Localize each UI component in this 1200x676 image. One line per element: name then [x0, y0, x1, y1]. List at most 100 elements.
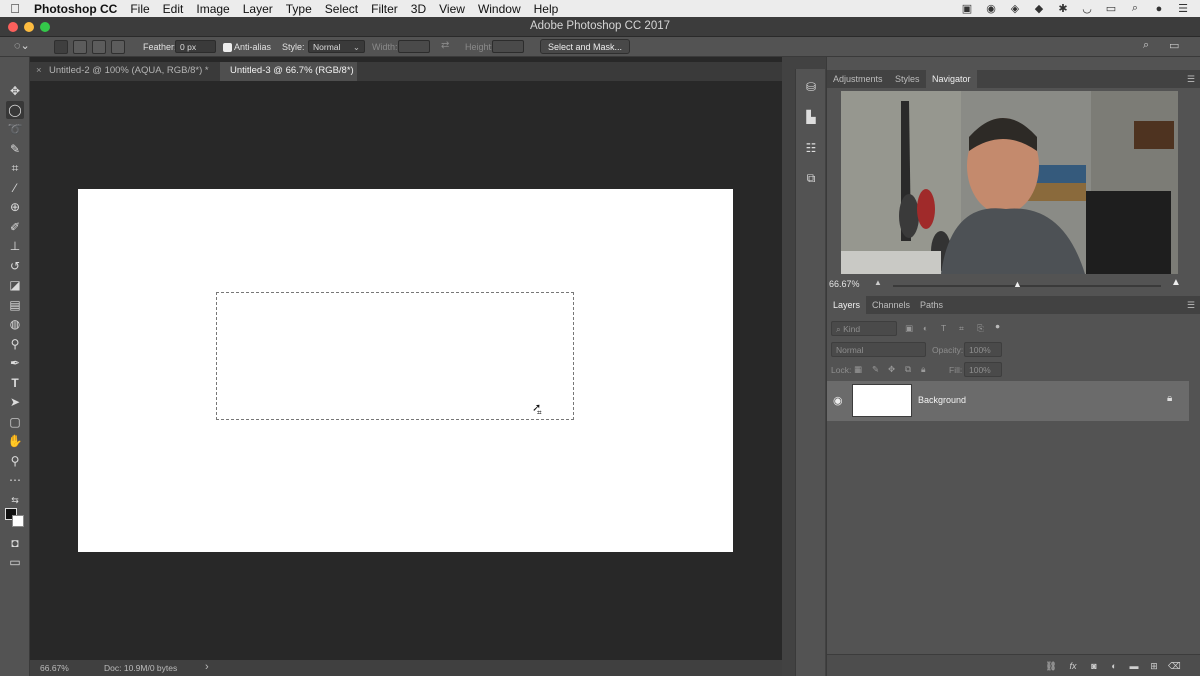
- zoom-slider-thumb[interactable]: ▲: [1013, 279, 1022, 289]
- more-tools-icon[interactable]: ⋯: [6, 471, 24, 489]
- lock-transparent-icon[interactable]: ▦: [854, 364, 862, 375]
- menu-edit[interactable]: Edit: [156, 2, 190, 16]
- menu-help[interactable]: Help: [527, 2, 565, 16]
- tab-untitled-2[interactable]: × Untitled-2 @ 100% (AQUA, RGB/8*) *: [30, 62, 209, 81]
- background-color-swatch[interactable]: [12, 515, 24, 527]
- lock-pixels-icon[interactable]: ✎: [872, 364, 879, 375]
- lasso-icon[interactable]: ➰: [6, 120, 24, 138]
- blend-mode-select[interactable]: Normal: [831, 342, 926, 357]
- history-brush-icon[interactable]: ↺: [6, 257, 24, 275]
- brush-icon[interactable]: ✐: [6, 218, 24, 236]
- lock-all-icon[interactable]: 🔒︎: [921, 364, 926, 375]
- new-selection-button[interactable]: [54, 40, 68, 54]
- adjustment-layer-icon[interactable]: ◐: [1108, 660, 1120, 672]
- tab-navigator[interactable]: Navigator: [926, 70, 977, 88]
- select-and-mask-button[interactable]: Select and Mask...: [540, 39, 631, 54]
- height-input[interactable]: [492, 40, 524, 53]
- apple-icon[interactable]: : [0, 1, 30, 16]
- history-panel-icon[interactable]: ⛁: [803, 79, 819, 95]
- healing-brush-icon[interactable]: ⊕: [6, 198, 24, 216]
- new-layer-icon[interactable]: ⊞: [1148, 660, 1160, 672]
- canvas-area[interactable]: ➚ ⌗: [30, 81, 782, 660]
- clone-stamp-icon[interactable]: ⊥: [6, 237, 24, 255]
- zoom-out-icon[interactable]: ▲: [874, 278, 882, 287]
- menu-app-name[interactable]: Photoshop CC: [30, 2, 124, 16]
- tab-paths[interactable]: Paths: [914, 296, 949, 314]
- camera-icon[interactable]: ▣: [960, 2, 974, 15]
- lock-position-icon[interactable]: ✥: [888, 364, 895, 375]
- siri-icon[interactable]: ●: [1152, 3, 1166, 15]
- menu-select[interactable]: Select: [318, 2, 364, 16]
- width-input[interactable]: [398, 40, 430, 53]
- add-selection-button[interactable]: [73, 40, 87, 54]
- swap-colors-icon[interactable]: ⇆: [6, 491, 24, 509]
- workspace-icon[interactable]: ▭: [1169, 39, 1179, 52]
- tab-adjustments[interactable]: Adjustments: [827, 70, 889, 88]
- feather-input[interactable]: 0 px: [175, 40, 216, 53]
- bluetooth-icon[interactable]: ✱: [1056, 2, 1070, 15]
- hand-icon[interactable]: ✋: [6, 432, 24, 450]
- menu-file[interactable]: File: [124, 2, 156, 16]
- properties-panel-icon[interactable]: ☷: [803, 140, 819, 156]
- selection-marquee[interactable]: [216, 292, 574, 420]
- gradient-icon[interactable]: ▤: [6, 296, 24, 314]
- path-selection-icon[interactable]: ➤: [6, 393, 24, 411]
- menu-layer[interactable]: Layer: [236, 2, 279, 16]
- menu-type[interactable]: Type: [279, 2, 318, 16]
- delete-layer-icon[interactable]: ⌫: [1168, 660, 1181, 672]
- blur-icon[interactable]: ◍: [6, 315, 24, 333]
- menu-3d[interactable]: 3D: [404, 2, 432, 16]
- status-menu-arrow[interactable]: ›: [205, 661, 209, 673]
- marquee-preset-icon[interactable]: ◌⌄: [14, 39, 30, 52]
- search-icon[interactable]: ⌕: [1128, 2, 1142, 15]
- intersect-selection-button[interactable]: [111, 40, 125, 54]
- navigator-thumbnail[interactable]: [841, 91, 1178, 274]
- quick-selection-icon[interactable]: ✎: [6, 140, 24, 158]
- menu-image[interactable]: Image: [190, 2, 236, 16]
- zoom-slider-track[interactable]: [893, 285, 1161, 287]
- kind-filter-select[interactable]: ⌕ Kind: [831, 321, 897, 336]
- filter-type-icon[interactable]: T: [941, 323, 946, 333]
- panel-menu-icon[interactable]: ☰: [1187, 74, 1195, 85]
- new-group-icon[interactable]: ▬: [1128, 660, 1140, 672]
- quick-mask-icon[interactable]: ◘: [6, 534, 24, 552]
- zoom-icon[interactable]: ⚲: [6, 452, 24, 470]
- tab-untitled-3[interactable]: Untitled-3 @ 66.7% (RGB/8*): [220, 62, 357, 81]
- airplay-icon[interactable]: ▭: [1104, 2, 1118, 15]
- filter-smart-object-icon[interactable]: ⎘: [977, 323, 984, 334]
- subtract-selection-button[interactable]: [92, 40, 106, 54]
- type-icon[interactable]: T: [6, 374, 24, 392]
- layer-style-fx-icon[interactable]: fx: [1067, 660, 1079, 672]
- layer-row[interactable]: ◉ Background 🔒︎: [827, 381, 1189, 421]
- filter-pixel-icon[interactable]: ▣: [905, 323, 913, 334]
- tab-styles[interactable]: Styles: [889, 70, 926, 88]
- move-icon[interactable]: ✥: [6, 82, 24, 100]
- close-tab-icon[interactable]: ×: [36, 65, 42, 76]
- panel-menu-icon[interactable]: ☰: [1187, 300, 1195, 311]
- pen-icon[interactable]: ✒: [6, 354, 24, 372]
- eyedropper-icon[interactable]: ⁄: [6, 179, 24, 197]
- shape-icon[interactable]: ▢: [6, 413, 24, 431]
- style-select[interactable]: Normal ⌄: [308, 40, 365, 53]
- wifi-icon[interactable]: ◡: [1080, 2, 1094, 15]
- zoom-in-icon[interactable]: ▲: [1171, 277, 1181, 288]
- antialias-checkbox[interactable]: [223, 43, 232, 52]
- search-icon[interactable]: ⌕: [1143, 39, 1149, 52]
- histogram-panel-icon[interactable]: ▙: [803, 109, 819, 125]
- add-mask-icon[interactable]: ◙: [1088, 660, 1100, 672]
- fill-input[interactable]: 100%: [964, 362, 1002, 377]
- navigator-zoom-value[interactable]: 66.67%: [829, 279, 860, 289]
- crop-icon[interactable]: ⌗: [6, 159, 24, 177]
- opacity-input[interactable]: 100%: [964, 342, 1002, 357]
- creative-cloud-icon[interactable]: ◉: [984, 2, 998, 15]
- eraser-icon[interactable]: ◪: [6, 276, 24, 294]
- notification-center-icon[interactable]: ☰: [1176, 2, 1190, 15]
- visibility-eye-icon[interactable]: ◉: [833, 394, 843, 407]
- filter-adjustment-icon[interactable]: ◐: [923, 323, 928, 333]
- lock-artboard-icon[interactable]: ⧉: [905, 364, 911, 375]
- link-layers-icon[interactable]: ⛓: [1045, 660, 1057, 672]
- dropbox-icon[interactable]: ◈: [1008, 2, 1022, 15]
- screen-mode-icon[interactable]: ▭: [6, 553, 24, 571]
- layer-name[interactable]: Background: [918, 395, 966, 405]
- menu-window[interactable]: Window: [471, 2, 527, 16]
